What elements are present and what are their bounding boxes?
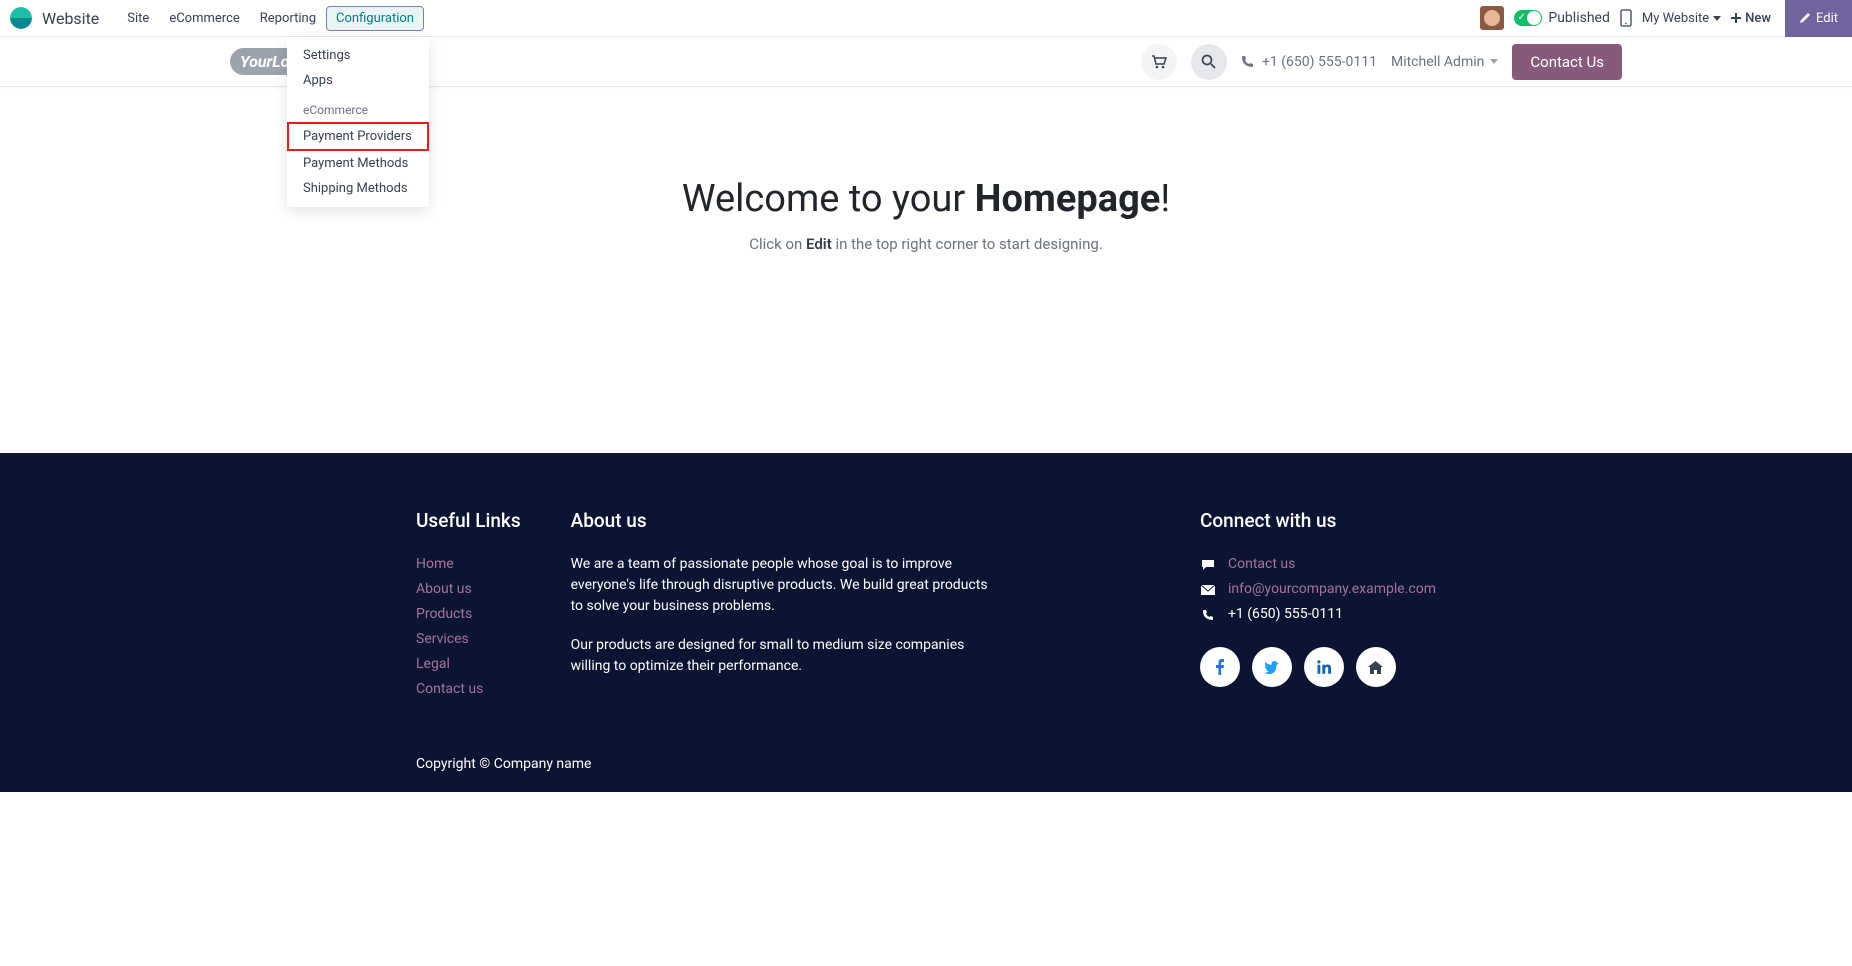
new-button[interactable]: New — [1731, 11, 1771, 26]
top-right: Published My Website New Edit — [1480, 0, 1840, 37]
cart-button[interactable] — [1141, 44, 1177, 80]
site-header-right: +1 (650) 555-0111 Mitchell Admin Contact… — [1141, 44, 1622, 80]
caret-down-icon — [1490, 59, 1498, 64]
pencil-icon — [1799, 12, 1811, 24]
footer-link-contact[interactable]: Contact us — [416, 679, 521, 700]
menu-ecommerce[interactable]: eCommerce — [159, 6, 249, 31]
footer-connect-title: Connect with us — [1200, 509, 1436, 532]
site-header: YourLogo Contact us +1 (650) 555-0111 Mi… — [0, 37, 1852, 87]
footer-email-link[interactable]: info@yourcompany.example.com — [1228, 579, 1436, 600]
dropdown-payment-methods[interactable]: Payment Methods — [287, 151, 429, 176]
footer-about-p2: Our products are designed for small to m… — [571, 635, 1001, 677]
website-switcher[interactable]: My Website — [1642, 11, 1721, 26]
footer-link-home[interactable]: Home — [416, 554, 521, 575]
linkedin-icon — [1317, 660, 1331, 674]
menu-reporting[interactable]: Reporting — [250, 6, 326, 31]
menu-site[interactable]: Site — [117, 6, 159, 31]
social-home[interactable] — [1356, 647, 1396, 687]
mobile-preview-button[interactable] — [1620, 9, 1632, 27]
home-icon — [1368, 661, 1383, 674]
dropdown-shipping-methods[interactable]: Shipping Methods — [287, 176, 429, 201]
facebook-icon — [1216, 659, 1224, 675]
footer-link-about[interactable]: About us — [416, 579, 521, 600]
toggle-switch-icon — [1514, 10, 1542, 26]
footer-connect-col: Connect with us Contact us info@yourcomp… — [1200, 509, 1436, 700]
phone-icon — [1200, 609, 1216, 621]
social-facebook[interactable] — [1200, 647, 1240, 687]
header-phone: +1 (650) 555-0111 — [1241, 54, 1377, 70]
dropdown-settings[interactable]: Settings — [287, 43, 429, 68]
edit-button[interactable]: Edit — [1785, 0, 1852, 37]
footer-links-title: Useful Links — [416, 509, 521, 532]
mobile-icon — [1620, 9, 1632, 27]
dropdown-payment-providers[interactable]: Payment Providers — [287, 122, 429, 151]
top-menu: Site eCommerce Reporting Configuration — [117, 6, 424, 31]
twitter-icon — [1264, 661, 1280, 674]
social-twitter[interactable] — [1252, 647, 1292, 687]
footer-link-legal[interactable]: Legal — [416, 654, 521, 675]
phone-icon — [1241, 55, 1254, 68]
app-logo-icon — [10, 7, 32, 29]
hero-subtitle: Click on Edit in the top right corner to… — [20, 235, 1832, 253]
contact-us-button[interactable]: Contact Us — [1512, 44, 1622, 80]
dropdown-apps[interactable]: Apps — [287, 68, 429, 93]
footer-phone[interactable]: +1 (650) 555-0111 — [1228, 604, 1343, 625]
menu-configuration[interactable]: Configuration — [326, 6, 424, 31]
footer-link-products[interactable]: Products — [416, 604, 521, 625]
user-dropdown[interactable]: Mitchell Admin — [1391, 54, 1498, 70]
app-top-bar: Website Site eCommerce Reporting Configu… — [0, 0, 1852, 37]
configuration-dropdown: Settings Apps eCommerce Payment Provider… — [287, 37, 429, 207]
social-row — [1200, 647, 1436, 687]
search-icon — [1201, 54, 1216, 69]
footer-about-col: About us We are a team of passionate peo… — [571, 509, 1001, 700]
footer-about-p1: We are a team of passionate people whose… — [571, 554, 1001, 617]
footer-contact-link[interactable]: Contact us — [1228, 554, 1295, 575]
dropdown-section-ecommerce: eCommerce — [287, 93, 429, 122]
chat-icon — [1200, 559, 1216, 571]
footer-copyright: Copyright © Company name — [396, 756, 1456, 772]
user-avatar-icon[interactable] — [1480, 6, 1504, 30]
search-button[interactable] — [1191, 44, 1227, 80]
app-title[interactable]: Website — [42, 9, 99, 28]
footer-links-col: Useful Links Home About us Products Serv… — [416, 509, 521, 700]
footer-about-title: About us — [571, 509, 1001, 532]
publish-toggle[interactable]: Published — [1514, 10, 1609, 26]
site-footer: Useful Links Home About us Products Serv… — [0, 453, 1852, 792]
plus-icon — [1731, 13, 1741, 23]
published-label: Published — [1548, 10, 1609, 26]
footer-link-services[interactable]: Services — [416, 629, 521, 650]
social-linkedin[interactable] — [1304, 647, 1344, 687]
my-website-label: My Website — [1642, 11, 1709, 26]
envelope-icon — [1200, 585, 1216, 595]
hero-section: Welcome to your Homepage! Click on Edit … — [0, 87, 1852, 453]
caret-down-icon — [1713, 16, 1721, 21]
cart-icon — [1151, 55, 1167, 69]
